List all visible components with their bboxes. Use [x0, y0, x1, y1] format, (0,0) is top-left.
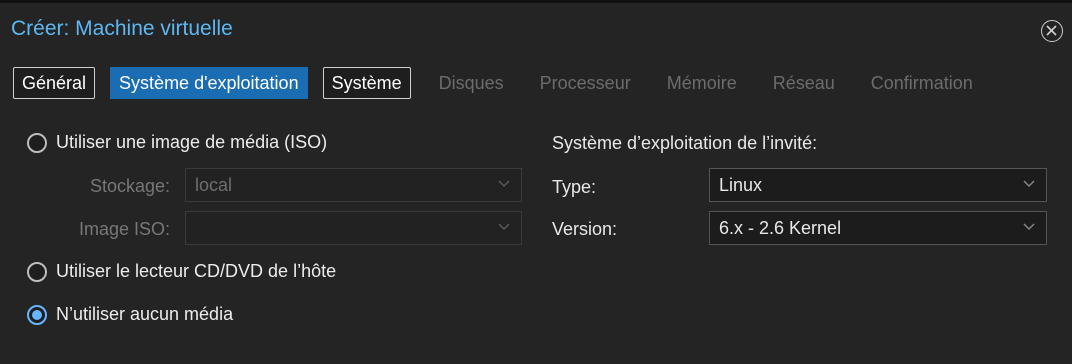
radio-use-host-cdrom[interactable]: Utiliser le lecteur CD/DVD de l’hôte — [27, 261, 336, 282]
radio-label: N’utiliser aucun média — [56, 304, 234, 324]
radio-use-iso[interactable]: Utiliser une image de média (ISO) — [27, 132, 327, 153]
tab-network: Réseau — [772, 73, 835, 93]
tab-system[interactable]: Système — [322, 67, 411, 99]
tab-memory: Mémoire — [666, 73, 737, 93]
chevron-down-icon — [498, 180, 510, 187]
tab-operating-system[interactable]: Système d'exploitation — [110, 67, 308, 99]
os-type-value: Linux — [719, 175, 763, 195]
tab-general[interactable]: Général — [13, 67, 96, 99]
radio-label: Utiliser le lecteur CD/DVD de l’hôte — [56, 261, 337, 281]
storage-select: local — [185, 168, 522, 202]
os-type-select[interactable]: Linux — [709, 168, 1047, 202]
tab-processor: Processeur — [539, 73, 631, 93]
os-version-select[interactable]: 6.x - 2.6 Kernel — [709, 211, 1047, 245]
storage-label: Stockage: — [90, 176, 171, 196]
radio-label: Utiliser une image de média (ISO) — [56, 132, 328, 152]
radio-button[interactable] — [27, 261, 47, 282]
close-icon[interactable] — [1041, 20, 1063, 42]
dialog-title: Créer: Machine virtuelle — [11, 17, 233, 40]
create-vm-dialog: Créer: Machine virtuelle Général Système… — [0, 0, 1072, 364]
iso-image-select — [185, 211, 522, 245]
radio-button[interactable] — [27, 132, 47, 153]
os-version-value: 6.x - 2.6 Kernel — [719, 218, 842, 238]
radio-button-checked[interactable] — [27, 304, 47, 325]
tab-disks: Disques — [438, 73, 504, 93]
iso-image-label: Image ISO: — [79, 219, 171, 239]
type-label: Type: — [552, 177, 597, 197]
chevron-down-icon[interactable] — [1023, 180, 1035, 188]
wizard-tabs: Général Système d'exploitation Système D… — [13, 67, 982, 99]
storage-value: local — [195, 175, 233, 195]
radio-no-media[interactable]: N’utiliser aucun média — [27, 304, 233, 325]
chevron-down-icon[interactable] — [1023, 223, 1035, 231]
guest-os-title: Système d’exploitation de l’invité: — [552, 133, 818, 153]
chevron-down-icon — [498, 223, 510, 230]
tab-confirmation: Confirmation — [870, 73, 973, 93]
version-label: Version: — [552, 219, 618, 239]
